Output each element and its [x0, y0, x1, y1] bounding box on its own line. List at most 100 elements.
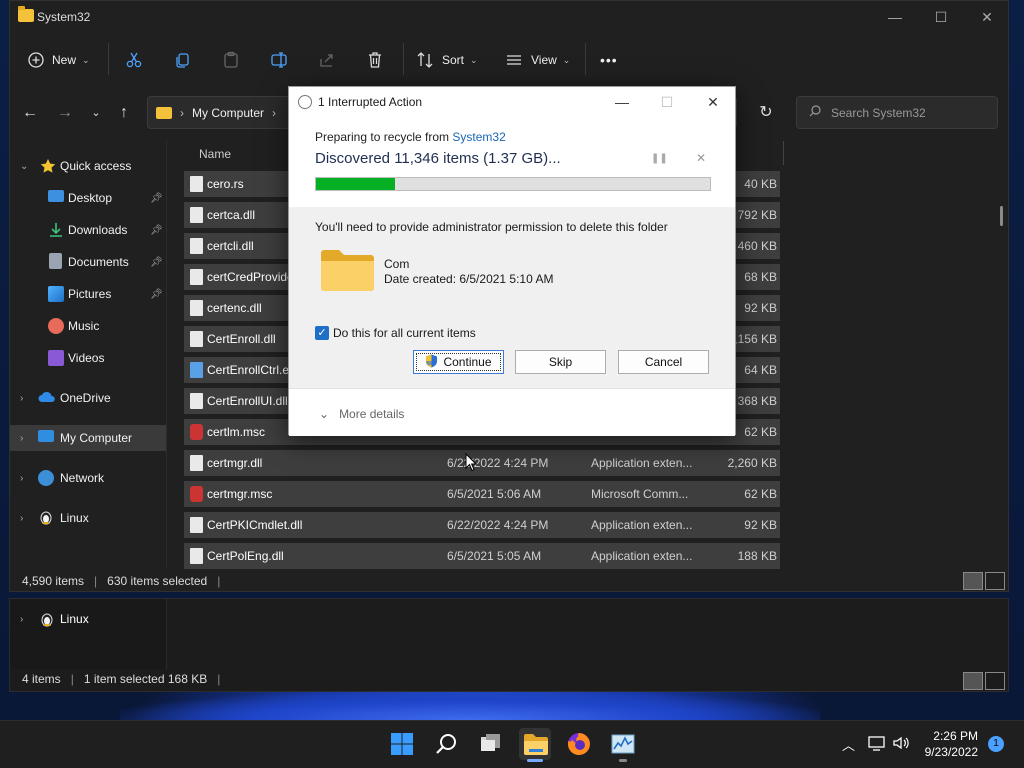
network-status-icon[interactable] [868, 735, 886, 754]
status-bar: 4,590 items | 630 items selected | [22, 574, 221, 588]
chevron-right-icon[interactable]: › [20, 473, 23, 484]
column-divider[interactable] [783, 141, 784, 165]
more-options-button[interactable]: ••• [600, 47, 618, 73]
file-name: certca.dll [207, 208, 256, 222]
mouse-cursor-icon [465, 452, 478, 475]
system-clock[interactable]: 2:26 PM 9/23/2022 [908, 728, 978, 760]
file-size: 68 KB [744, 270, 777, 284]
sidebar-item-onedrive[interactable]: › OneDrive [10, 385, 166, 411]
console-file-icon [190, 424, 203, 440]
pin-icon[interactable]: 📌︎ [150, 289, 163, 300]
recent-chevron-icon[interactable]: ⌄ [84, 101, 108, 125]
table-row[interactable]: CertPolEng.dll 6/5/2021 5:05 AM Applicatio… [184, 543, 780, 569]
apply-all-label[interactable]: Do this for all current items [333, 326, 476, 340]
pin-icon[interactable]: 📌︎ [150, 225, 163, 236]
sidebar-item-videos[interactable]: Videos [10, 345, 166, 371]
chevron-down-icon: ⌄ [562, 54, 571, 65]
breadcrumb-my-computer[interactable]: My Computer [192, 106, 264, 120]
view-button[interactable]: View ⌄ [505, 47, 570, 73]
apply-all-checkbox[interactable]: ✓ [315, 326, 329, 340]
task-view-icon[interactable] [475, 728, 507, 760]
notification-badge[interactable]: 1 [988, 736, 1004, 752]
cancel-operation-icon[interactable]: ✕ [696, 151, 706, 165]
sidebar-item-music[interactable]: Music [10, 313, 166, 339]
tiles-view-icon[interactable] [985, 672, 1005, 690]
start-windows-icon[interactable] [386, 728, 418, 760]
bg-sidebar-item-linux[interactable]: › Linux [10, 607, 167, 631]
file-name: certmgr.msc [207, 487, 273, 501]
copy-icon[interactable] [174, 47, 192, 73]
search-icon[interactable] [431, 728, 463, 760]
dialog-maximize-button: ☐ [660, 94, 674, 110]
chevron-right-icon[interactable]: › [20, 393, 23, 404]
pause-icon[interactable]: ❚❚ [651, 153, 668, 164]
chevron-right-icon[interactable]: › [20, 433, 23, 444]
column-header-name[interactable]: Name [199, 147, 231, 161]
sidebar-item-downloads[interactable]: Downloads 📌︎ [10, 217, 166, 243]
sidebar-item-linux[interactable]: › Linux [10, 505, 166, 531]
background-explorer-window[interactable]: › Linux 4 items | 1 item selected 168 KB… [9, 598, 1009, 692]
continue-button[interactable]: Continue [413, 350, 504, 374]
share-icon[interactable] [318, 47, 336, 73]
rename-icon[interactable] [270, 47, 288, 73]
show-hidden-icons-chevron[interactable]: ︿ [842, 735, 855, 754]
chevron-right-icon[interactable]: › [20, 513, 23, 524]
sort-icon [416, 51, 434, 69]
search-box[interactable]: Search System32 [796, 96, 998, 129]
active-app-indicator [527, 759, 543, 762]
table-row[interactable]: certmgr.dll 6/22/2022 4:24 PM Application … [184, 450, 780, 476]
sidebar-item-label: Linux [60, 511, 89, 525]
close-button[interactable]: ✕ [967, 5, 1007, 29]
table-row[interactable]: CertPKICmdlet.dll 6/22/2022 4:24 PM Applic… [184, 512, 780, 538]
task-manager-icon[interactable] [607, 728, 639, 760]
file-explorer-taskbar-icon[interactable] [519, 728, 551, 760]
pin-icon[interactable]: 📌︎ [150, 193, 163, 204]
penguin-icon [39, 509, 55, 525]
plus-circle-icon [28, 52, 44, 68]
details-view-icon[interactable] [963, 572, 983, 590]
minimize-button[interactable]: — [875, 5, 915, 29]
view-label: View [531, 53, 557, 67]
sidebar-item-desktop[interactable]: Desktop 📌︎ [10, 185, 166, 211]
chevron-down-icon[interactable]: ⌄ [20, 161, 28, 172]
sidebar-item-pictures[interactable]: Pictures 📌︎ [10, 281, 166, 307]
file-type: Application exten... [591, 518, 693, 532]
paste-icon[interactable] [222, 47, 240, 73]
sidebar-item-documents[interactable]: Documents 📌︎ [10, 249, 166, 275]
pin-icon[interactable]: 📌︎ [150, 257, 163, 268]
sidebar-item-my-computer[interactable]: › My Computer [10, 425, 166, 451]
chevron-right-icon[interactable]: › [20, 614, 23, 625]
forward-arrow-icon[interactable]: → [53, 101, 77, 125]
dialog-minimize-button[interactable]: — [607, 91, 637, 113]
firefox-icon[interactable] [563, 728, 595, 760]
file-name: certlm.msc [207, 425, 265, 439]
details-view-icon[interactable] [963, 672, 983, 690]
interrupted-action-dialog[interactable]: 1 Interrupted Action — ☐ ✕ Preparing to … [288, 86, 736, 436]
new-button[interactable]: New ⌄ [28, 47, 90, 73]
sidebar-item-label: Music [68, 319, 100, 333]
up-arrow-icon[interactable]: ↑ [112, 101, 136, 125]
source-folder-link[interactable]: System32 [452, 130, 505, 144]
dialog-close-button[interactable]: ✕ [698, 91, 728, 113]
window-title: System32 [37, 10, 91, 24]
more-details-toggle[interactable]: ⌄ More details [319, 407, 404, 421]
cut-icon[interactable] [125, 47, 143, 73]
tiles-view-icon[interactable] [985, 572, 1005, 590]
scrollbar-thumb[interactable] [1000, 206, 1003, 226]
table-row[interactable]: certmgr.msc 6/5/2021 5:06 AM Microsoft Com… [184, 481, 780, 507]
back-arrow-icon[interactable]: ← [18, 101, 42, 125]
file-icon [190, 362, 203, 378]
refresh-icon[interactable]: ↻ [754, 101, 778, 125]
sidebar-item-quick-access[interactable]: ⌄ Quick access [10, 153, 166, 179]
search-input[interactable]: Search System32 [831, 106, 926, 120]
sort-button[interactable]: Sort ⌄ [416, 47, 478, 73]
title-bar[interactable]: System32 [10, 1, 1008, 33]
cancel-button[interactable]: Cancel [618, 350, 709, 374]
delete-icon[interactable] [366, 47, 384, 73]
skip-button[interactable]: Skip [515, 350, 606, 374]
file-icon [190, 238, 203, 254]
maximize-button[interactable]: ☐ [921, 5, 961, 29]
file-date: 6/5/2021 5:06 AM [447, 487, 542, 501]
sidebar-item-network[interactable]: › Network [10, 465, 166, 491]
folder-icon [156, 106, 172, 119]
